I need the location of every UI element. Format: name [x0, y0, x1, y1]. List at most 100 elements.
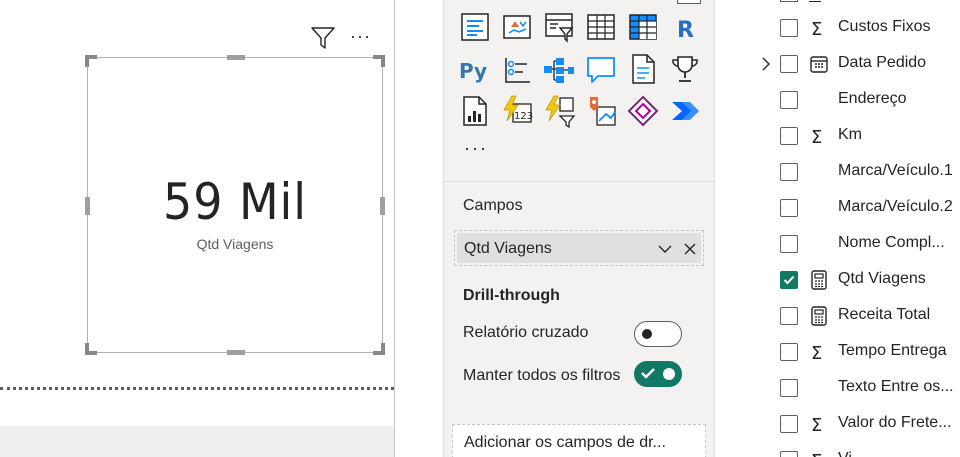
field-checkbox[interactable] — [780, 235, 798, 253]
field-row[interactable]: Texto Entre os... — [716, 370, 960, 406]
svg-text:Σ: Σ — [811, 343, 822, 362]
field-row[interactable]: Receita Total — [716, 298, 960, 334]
fields-pane: Σ Custos Fixos Data Pedido Endereço Σ Km Marca… — [716, 0, 960, 457]
dropdown-edge — [677, 0, 701, 4]
resize-handle-bottom[interactable] — [227, 350, 245, 355]
field-checkbox[interactable] — [780, 415, 798, 433]
field-row[interactable]: Σ Valor do Frete... — [716, 406, 960, 442]
check-icon — [640, 365, 656, 381]
field-name: Km — [838, 126, 862, 143]
chevron-right-icon[interactable] — [759, 56, 773, 72]
sigma-icon: Σ — [809, 450, 829, 457]
svg-text:Py: Py — [459, 59, 487, 83]
field-checkbox[interactable] — [780, 199, 798, 217]
keep-filters-label: Manter todos os filtros — [463, 367, 621, 384]
field-name: Receita Total — [838, 306, 931, 323]
keep-filters-toggle[interactable] — [634, 361, 682, 387]
metrics-icon[interactable] — [668, 52, 702, 86]
ai-visual-icon[interactable] — [668, 94, 702, 128]
calendar-icon — [809, 54, 829, 74]
smart-narrative-icon[interactable] — [626, 52, 660, 86]
field-name: Endereço — [838, 90, 907, 107]
cross-report-toggle[interactable] — [634, 321, 682, 347]
qa-icon[interactable] — [584, 52, 618, 86]
resize-corner-top-left[interactable] — [85, 55, 97, 67]
resize-handle-left[interactable] — [85, 197, 90, 215]
resize-corner-top-right[interactable] — [373, 55, 385, 67]
field-name: Vi... — [838, 450, 865, 457]
field-row[interactable]: Σ Custos Fixos — [716, 10, 960, 46]
svg-text:Σ: Σ — [811, 415, 822, 434]
resize-handle-right[interactable] — [380, 197, 385, 215]
field-checkbox[interactable] — [780, 127, 798, 145]
field-row[interactable]: Marca/Veículo.2 — [716, 190, 960, 226]
azure-map-icon[interactable]: 123 — [500, 94, 534, 128]
sigma-icon: Σ — [809, 18, 829, 40]
card-label: Qtd Viagens — [196, 236, 274, 252]
more-visuals-button[interactable]: ··· — [464, 138, 488, 159]
field-row[interactable]: Σ Vi... — [716, 442, 960, 457]
matrix-icon[interactable] — [626, 10, 660, 44]
close-icon[interactable] — [682, 241, 698, 257]
sigma-icon: Σ — [809, 414, 829, 436]
field-name: Qtd Viagens — [838, 270, 926, 287]
field-row[interactable]: Σ Tempo Entrega — [716, 334, 960, 370]
field-checkbox[interactable] — [780, 19, 798, 37]
power-automate-icon[interactable] — [584, 94, 618, 128]
field-checkbox[interactable] — [780, 271, 798, 289]
slicer-icon[interactable] — [542, 10, 576, 44]
field-name: Data Pedido — [838, 54, 927, 71]
toggle-knob — [663, 368, 675, 380]
r-visual-icon[interactable]: R — [668, 10, 702, 44]
more-options-icon[interactable]: ··· — [350, 26, 378, 46]
drill-through-title: Drill-through — [463, 287, 560, 304]
svg-text:Σ: Σ — [811, 127, 822, 146]
field-name: Valor do Frete... — [838, 414, 952, 431]
field-row[interactable]: Qtd Viagens — [716, 262, 960, 298]
field-pill[interactable]: Qtd Viagens — [457, 233, 701, 263]
get-more-visuals-icon[interactable] — [626, 94, 660, 128]
field-name: Texto Entre os... — [838, 378, 954, 395]
resize-corner-bottom-right[interactable] — [373, 343, 385, 355]
field-checkbox[interactable] — [780, 163, 798, 181]
card-value: 59 Mil — [163, 173, 307, 231]
paginated-report-icon[interactable] — [458, 94, 492, 128]
field-pill-label: Qtd Viagens — [464, 240, 552, 257]
key-influencers-icon[interactable] — [500, 52, 534, 86]
sigma-icon: Σ — [809, 126, 829, 148]
kpi-icon[interactable] — [500, 10, 534, 44]
field-row[interactable]: Data Pedido — [716, 46, 960, 82]
svg-text:R: R — [677, 18, 694, 43]
field-row[interactable]: Endereço — [716, 82, 960, 118]
chevron-down-icon[interactable] — [657, 241, 673, 257]
field-name: Marca/Veículo.2 — [838, 198, 953, 215]
field-checkbox[interactable] — [780, 343, 798, 361]
resize-handle-top[interactable] — [227, 55, 245, 60]
canvas-footer — [0, 426, 394, 457]
decomposition-tree-icon[interactable] — [542, 52, 576, 86]
resize-corner-bottom-left[interactable] — [85, 343, 97, 355]
svg-text:Σ: Σ — [811, 451, 822, 457]
card-visual[interactable]: 59 Mil Qtd Viagens — [85, 55, 385, 355]
add-drill-through-placeholder: Adicionar os campos de dr... — [464, 434, 666, 451]
report-canvas[interactable]: ··· 59 Mil Qtd Viagens — [0, 0, 394, 457]
field-checkbox[interactable] — [780, 379, 798, 397]
field-name: Nome Compl... — [838, 234, 945, 251]
field-checkbox[interactable] — [780, 451, 798, 457]
field-row[interactable]: Nome Compl... — [716, 226, 960, 262]
field-checkbox[interactable] — [780, 55, 798, 73]
fields-well[interactable]: Qtd Viagens — [454, 230, 704, 266]
table-icon[interactable] — [584, 10, 618, 44]
power-apps-icon[interactable] — [542, 94, 576, 129]
multi-row-card-icon[interactable] — [458, 10, 492, 44]
toggle-knob — [642, 329, 652, 339]
python-visual-icon[interactable]: Py — [458, 52, 492, 86]
field-row[interactable]: Σ Km — [716, 118, 960, 154]
field-checkbox[interactable] — [780, 0, 798, 2]
field-checkbox[interactable] — [780, 307, 798, 325]
add-drill-through-field[interactable]: Adicionar os campos de dr... — [452, 424, 706, 457]
sigma-icon: Σ — [809, 342, 829, 364]
field-checkbox[interactable] — [780, 91, 798, 109]
filter-icon[interactable] — [311, 27, 335, 49]
field-row[interactable]: Marca/Veículo.1 — [716, 154, 960, 190]
